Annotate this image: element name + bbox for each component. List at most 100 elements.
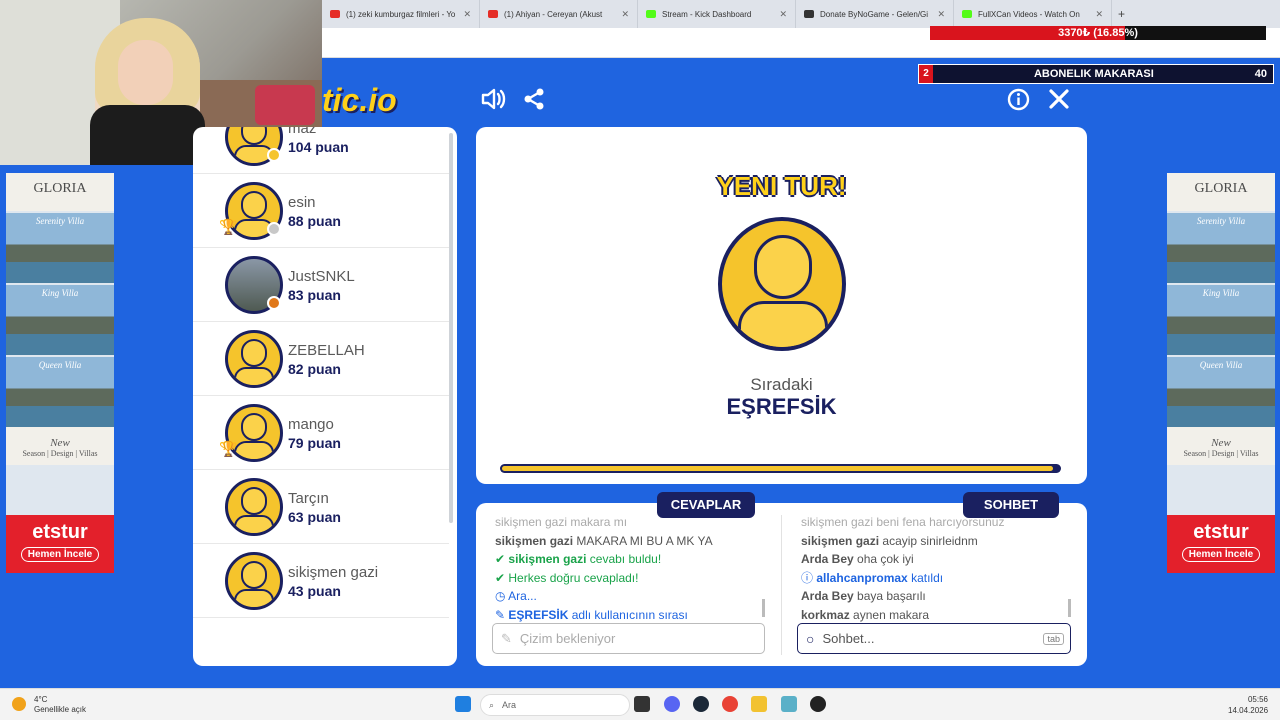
browser-tab[interactable]: Donate ByNoGame - Gelen/Gi ✕ — [796, 0, 954, 28]
player-list[interactable]: maz 104 puan 🏆 esin 88 puan JustSNKL 83 puan ZE… — [193, 127, 457, 666]
player-name: mango — [288, 416, 334, 433]
tab-close-icon[interactable]: ✕ — [621, 9, 629, 20]
message-user[interactable]: Arda Bey — [801, 552, 854, 566]
steam-icon[interactable] — [693, 696, 709, 712]
ad-villa-2: King Villa — [1167, 285, 1275, 355]
ets-cta-button[interactable]: Hemen İncele — [1181, 547, 1261, 562]
close-icon[interactable] — [1048, 88, 1070, 116]
next-label: Sıradaki — [750, 375, 813, 394]
ets-ad[interactable]: etstur Hemen İncele — [1167, 515, 1275, 573]
message-user[interactable]: sikişmen gazi — [508, 552, 586, 566]
message-text: MAKARA MI BU A MK YA — [576, 533, 713, 548]
browser-tab[interactable]: FullXCan Videos - Watch On ✕ — [954, 0, 1112, 28]
clock[interactable]: 05:56 14.04.2026 — [1228, 694, 1268, 716]
info-icon[interactable] — [1007, 88, 1030, 117]
message-line: sikişmen gazi MAKARA MI BU A MK YA — [495, 532, 770, 551]
sub-goal-bar: 3370₺ (16.85%) — [930, 26, 1266, 40]
ets-ad[interactable]: etstur Hemen İncele — [6, 515, 114, 573]
message-text: beni fena harcıyorsunuz — [876, 515, 1005, 529]
tab-close-icon[interactable]: ✕ — [937, 9, 945, 20]
file-explorer-icon[interactable] — [751, 696, 767, 712]
obs-icon[interactable] — [810, 696, 826, 712]
browser-tab-strip: (1) zeki kumburgaz filmleri - Yo ✕ (1) Ahi… — [322, 0, 1280, 28]
chat-input[interactable]: ○ Sohbet... tab — [797, 623, 1071, 654]
message-status-icon: ⓘ — [801, 570, 817, 585]
player-name: JustSNKL — [288, 268, 355, 285]
player-score: 82 puan — [288, 361, 341, 377]
message-text: adlı kullanıcının sırası — [571, 607, 688, 622]
player-list-scrollbar[interactable] — [449, 133, 453, 523]
message-user[interactable]: sikişmen gazi — [495, 515, 567, 529]
player-name: Tarçın — [288, 490, 329, 507]
message-user[interactable]: sikişmen gazi — [801, 534, 879, 548]
app-icon[interactable] — [781, 696, 797, 712]
trophy-icon: 🏆 — [219, 219, 238, 236]
message-user[interactable]: sikişmen gazi — [801, 515, 873, 529]
message-line: ⓘ allahcanpromax katıldı — [801, 569, 1071, 588]
abonelik-title: ABONELIK MAKARASI — [1033, 68, 1154, 80]
message-text: acayip sinirleidnm — [882, 533, 978, 548]
player-row[interactable]: JustSNKL 83 puan — [193, 248, 449, 322]
taskbar-search[interactable]: ⌕ Ara — [480, 694, 630, 716]
ad-villa-1: Serenity Villa — [1167, 213, 1275, 283]
player-status-badge — [267, 148, 281, 162]
game-logo: tic.io — [322, 82, 397, 118]
message-line: sikişmen gazi makara mı — [495, 513, 770, 532]
message-user[interactable]: allahcanpromax — [816, 571, 907, 585]
answers-scrollbar[interactable] — [762, 599, 765, 617]
ad-banner-right[interactable]: GLORIA Serenity Villa King Villa Queen V… — [1167, 173, 1275, 573]
ad-brand: GLORIA — [6, 173, 114, 211]
message-user[interactable]: korkmaz — [801, 608, 850, 622]
player-row[interactable]: 🏆 mango 79 puan — [193, 396, 449, 470]
message-user[interactable]: Arda Bey — [801, 589, 854, 603]
player-row[interactable]: 🏆 esin 88 puan — [193, 174, 449, 248]
browser-tab[interactable]: (1) Ahiyan - Cereyan (Akust ✕ — [480, 0, 638, 28]
discord-icon[interactable] — [664, 696, 680, 712]
player-row[interactable]: sikişmen gazi 43 puan — [193, 544, 449, 618]
screen: (1) zeki kumburgaz filmleri - Yo ✕ (1) Ahi… — [0, 0, 1280, 720]
message-text: baya başarılı — [857, 589, 926, 603]
chat-scrollbar[interactable] — [1068, 599, 1071, 617]
player-name: ZEBELLAH — [288, 342, 365, 359]
ad-banner-left[interactable]: GLORIA Serenity Villa King Villa Queen V… — [6, 173, 114, 573]
message-user[interactable]: sikişmen gazi — [495, 534, 573, 548]
player-score: 79 puan — [288, 435, 341, 451]
chat-search-icon: ○ — [806, 630, 815, 647]
sub-goal-text: 3370₺ (16.85%) — [1058, 27, 1138, 39]
tab-label: Donate ByNoGame - Gelen/Gi — [820, 9, 929, 19]
player-name: maz — [288, 127, 317, 137]
message-status-icon: ✎ — [495, 607, 509, 622]
browser-tab[interactable]: (1) zeki kumburgaz filmleri - Yo ✕ — [322, 0, 480, 28]
weather-icon — [12, 697, 26, 711]
tab-label: Stream - Kick Dashboard — [662, 9, 752, 19]
tab-close-icon[interactable]: ✕ — [779, 9, 787, 20]
round-card: YENI TUR! Sıradaki EŞREFSİK — [476, 127, 1087, 484]
ets-cta-button[interactable]: Hemen İncele — [20, 547, 100, 562]
start-icon[interactable] — [455, 696, 471, 712]
tab-favicon-icon — [330, 10, 340, 18]
message-status-icon: ✔ — [495, 570, 509, 585]
player-row[interactable]: ZEBELLAH 82 puan — [193, 322, 449, 396]
chat-placeholder: Sohbet... — [822, 631, 875, 646]
tab-close-icon[interactable]: ✕ — [1095, 9, 1103, 20]
player-row[interactable]: Tarçın 63 puan — [193, 470, 449, 544]
tab-favicon-icon — [488, 10, 498, 18]
ad-tagline: New Season | Design | Villas — [6, 427, 114, 465]
weather-widget[interactable]: 4°C Genellikle açık — [34, 695, 86, 715]
message-status-icon: ✔ — [495, 552, 509, 566]
share-icon[interactable] — [522, 87, 546, 117]
tab-close-icon[interactable]: ✕ — [463, 9, 471, 20]
message-text: Ara... — [508, 589, 537, 603]
message-user[interactable]: EŞREFSİK — [508, 608, 568, 622]
player-score: 104 puan — [288, 139, 349, 155]
player-row[interactable]: maz 104 puan — [193, 127, 449, 174]
player-avatar — [225, 330, 283, 388]
browser-tab[interactable]: Stream - Kick Dashboard ✕ — [638, 0, 796, 28]
new-tab-button[interactable]: + — [1112, 7, 1131, 21]
message-line: Arda Bey baya başarılı — [801, 587, 1071, 606]
player-avatar — [225, 552, 283, 610]
speaker-icon[interactable] — [480, 86, 506, 118]
answer-input[interactable]: ✎ Çizim bekleniyor — [492, 623, 765, 654]
task-view-icon[interactable] — [634, 696, 650, 712]
chrome-icon[interactable] — [722, 696, 738, 712]
